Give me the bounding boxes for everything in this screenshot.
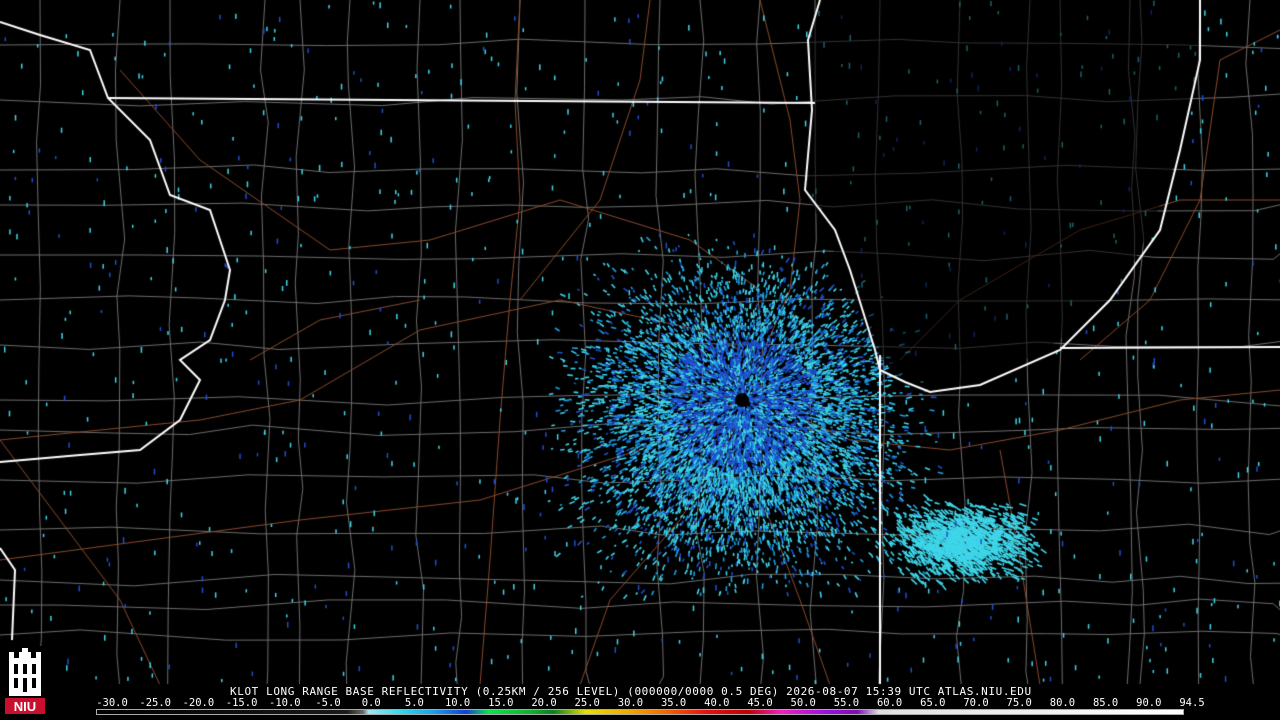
radar-map[interactable]	[0, 0, 1280, 720]
logo-text: NIU	[14, 699, 36, 714]
legend-label: -5.0	[315, 697, 341, 709]
legend-label: 40.0	[704, 697, 730, 709]
legend-label: 5.0	[404, 697, 424, 709]
color-scale-bar	[96, 709, 1184, 715]
legend-label: 45.0	[747, 697, 773, 709]
legend-label: 30.0	[617, 697, 644, 709]
legend-label: 90.0	[1136, 697, 1162, 709]
legend-labels: -30.0 -25.0 -20.0 -15.0 -10.0 -5.0 0.0 5.0 10.0 1…	[96, 697, 1204, 709]
legend-label: 10.0	[444, 697, 471, 709]
legend-label: 25.0	[574, 697, 600, 709]
legend-label: -25.0	[139, 697, 171, 709]
legend-label: 0.0	[361, 697, 381, 709]
legend-label: 35.0	[660, 697, 687, 709]
legend-label: 55.0	[833, 697, 860, 709]
legend-label: 60.0	[876, 697, 903, 709]
legend-label: 20.0	[531, 697, 557, 709]
legend-label: -10.0	[268, 697, 301, 709]
legend-label: 70.0	[963, 697, 989, 709]
legend-label: -20.0	[182, 697, 215, 709]
legend-label: 65.0	[920, 697, 946, 709]
legend-label: 15.0	[488, 697, 514, 709]
legend-label: 75.0	[1006, 697, 1032, 709]
legend-label: -30.0	[96, 697, 128, 709]
legend-label: 80.0	[1049, 697, 1076, 709]
legend-label: 94.5	[1179, 697, 1205, 709]
legend-label: 85.0	[1092, 697, 1119, 709]
legend-label: -15.0	[225, 697, 258, 709]
niu-logo: NIU	[3, 646, 47, 716]
legend-label: 50.0	[790, 697, 816, 709]
